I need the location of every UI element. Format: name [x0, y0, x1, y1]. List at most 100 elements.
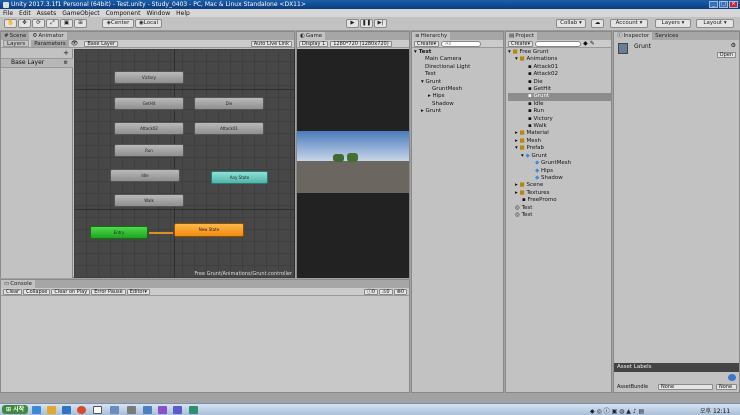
error-pause-toggle[interactable]: Error Pause — [91, 288, 126, 295]
tab-console[interactable]: ▭ Console — [1, 280, 36, 288]
clear-on-play-toggle[interactable]: Clear on Play — [51, 288, 91, 295]
log-count-toggle[interactable]: ⓘ0 — [363, 288, 378, 295]
state-die[interactable]: Die — [194, 97, 264, 110]
scale-tool-button[interactable]: ⤢ — [46, 19, 59, 28]
project-asset[interactable]: ◎ Test — [508, 205, 611, 212]
menu-window[interactable]: Window — [146, 10, 170, 17]
project-asset[interactable]: ▪ FreePromo — [508, 197, 611, 204]
project-asset[interactable]: ▪ Victory — [508, 116, 611, 123]
app-icon-2[interactable] — [127, 406, 136, 414]
unity-taskbar-icon[interactable] — [93, 406, 102, 414]
step-button[interactable]: ▶| — [374, 19, 387, 28]
hierarchy-item[interactable]: ▸ Grunt — [414, 108, 470, 115]
menu-assets[interactable]: Assets — [37, 10, 57, 17]
filter-label-icon[interactable]: ✎ — [590, 40, 595, 47]
project-asset[interactable]: ▪ Walk — [508, 123, 611, 130]
tab-layers[interactable]: Layers — [3, 40, 30, 47]
hierarchy-item[interactable]: ▾ Grunt — [414, 79, 470, 86]
visual-studio-icon[interactable] — [158, 406, 167, 414]
layer-settings-icon[interactable]: ⚙ — [64, 60, 68, 66]
add-layer-icon[interactable]: + — [63, 49, 69, 57]
explorer-icon[interactable] — [32, 406, 41, 414]
chrome-icon[interactable] — [77, 406, 86, 414]
tab-hierarchy[interactable]: ≡ Hierarchy — [412, 32, 451, 40]
minimize-button[interactable]: _ — [709, 1, 718, 8]
filter-type-icon[interactable]: ◆ — [583, 40, 588, 47]
warning-count-toggle[interactable]: ⚠0 — [378, 288, 393, 295]
play-button[interactable]: ▶ — [346, 19, 359, 28]
menu-edit[interactable]: Edit — [19, 10, 31, 17]
tab-parameters[interactable]: Parameters — [31, 40, 69, 47]
project-asset[interactable]: ◎ Test — [508, 212, 611, 219]
hierarchy-create-button[interactable]: Create▾ — [414, 40, 440, 47]
state-entry[interactable]: Entry — [90, 226, 148, 239]
state-walk[interactable]: Walk — [114, 194, 184, 207]
project-folder[interactable]: ▾ ■ Free Grunt — [508, 49, 611, 56]
collab-dropdown[interactable]: Collab ▾ — [556, 19, 586, 28]
state-machine-graph[interactable]: Victory GetHit Die Attack02 Attack01 Run… — [74, 49, 295, 278]
project-asset[interactable]: ▪ Die — [508, 79, 611, 86]
menu-gameobject[interactable]: GameObject — [62, 10, 99, 17]
hierarchy-item[interactable]: ▸ Hips — [414, 93, 470, 100]
project-asset[interactable]: ▪ Attack01 — [508, 64, 611, 71]
project-asset[interactable]: ▪ Attack02 — [508, 71, 611, 78]
move-tool-button[interactable]: ✥ — [18, 19, 31, 28]
system-tray-icons[interactable]: ◆ ◎ ⓘ ▣ ◍ ▲ ♪ ▤ — [590, 406, 644, 415]
project-asset[interactable]: ▪ Run — [508, 108, 611, 115]
state-attack01[interactable]: Attack01 — [194, 122, 264, 135]
inspector-settings-icon[interactable]: ⚙ — [731, 42, 736, 49]
project-folder[interactable]: ▸ ■ Textures — [508, 190, 611, 197]
eye-icon[interactable]: 👁 — [71, 40, 79, 47]
app-icon-5[interactable] — [189, 406, 198, 414]
auto-live-link-toggle[interactable]: Auto Live Link — [250, 40, 292, 47]
resolution-dropdown[interactable]: 1280*720 (1280x720) — [330, 40, 392, 47]
hand-tool-button[interactable]: ✋ — [4, 19, 17, 28]
pause-button[interactable]: ❚❚ — [360, 19, 373, 28]
account-dropdown[interactable]: Account ▾ — [610, 19, 648, 28]
project-folder[interactable]: ▸ ■ Scene — [508, 182, 611, 189]
editor-dropdown[interactable]: Editor▾ — [126, 288, 151, 295]
collapse-toggle[interactable]: Collapse — [23, 288, 51, 295]
state-attack02[interactable]: Attack02 — [114, 122, 184, 135]
project-folder[interactable]: ▸ ■ Material — [508, 130, 611, 137]
project-prefab[interactable]: ▾ ◆ Grunt — [508, 153, 611, 160]
project-prefab[interactable]: ◆ Shadow — [508, 175, 611, 182]
rect-tool-button[interactable]: ▣ — [60, 19, 73, 28]
project-folder[interactable]: ▸ ■ Mesh — [508, 138, 611, 145]
label-tag-icon[interactable] — [728, 374, 736, 381]
state-run[interactable]: Run — [114, 144, 184, 157]
state-new-state[interactable]: New State — [174, 223, 244, 237]
menu-file[interactable]: File — [3, 10, 13, 17]
app-icon-4[interactable] — [173, 406, 182, 414]
state-victory[interactable]: Victory — [114, 71, 184, 84]
clock[interactable]: 오후 12:11 — [700, 406, 730, 415]
layer-item-base[interactable]: Base Layer — [1, 58, 73, 68]
start-button[interactable]: ⊞ 시작 — [2, 405, 29, 414]
maximize-button[interactable]: □ — [719, 1, 728, 8]
menu-component[interactable]: Component — [106, 10, 141, 17]
project-create-button[interactable]: Create▾ — [508, 40, 534, 47]
transform-tool-button[interactable]: ⊞ — [74, 19, 87, 28]
tab-project[interactable]: ▤ Project — [506, 32, 538, 40]
menu-help[interactable]: Help — [176, 10, 190, 17]
hierarchy-item[interactable]: Test — [414, 71, 470, 78]
layout-dropdown[interactable]: Layout ▾ — [696, 19, 734, 28]
rotate-tool-button[interactable]: ⟳ — [32, 19, 45, 28]
app-icon-3[interactable] — [143, 406, 152, 414]
hierarchy-search[interactable]: All — [441, 40, 482, 47]
state-idle[interactable]: Idle — [110, 169, 180, 182]
app-icon-1[interactable] — [110, 406, 119, 414]
project-prefab[interactable]: ◆ GruntMesh — [508, 160, 611, 167]
scene-root[interactable]: ▾ Test — [414, 49, 470, 56]
project-prefab[interactable]: ◆ Hips — [508, 168, 611, 175]
layers-dropdown[interactable]: Layers ▾ — [655, 19, 691, 28]
state-gethit[interactable]: GetHit — [114, 97, 184, 110]
folder-taskbar-icon[interactable] — [47, 406, 56, 414]
asset-bundle-dropdown[interactable]: None — [658, 384, 713, 390]
project-asset[interactable]: ▪ Idle — [508, 101, 611, 108]
project-folder[interactable]: ▾ ■ Animations — [508, 56, 611, 63]
hierarchy-item[interactable]: Shadow — [414, 101, 470, 108]
state-any-state[interactable]: Any State — [211, 171, 268, 184]
error-count-toggle[interactable]: ⊗0 — [393, 288, 407, 295]
project-folder[interactable]: ▾ ■ Prefab — [508, 145, 611, 152]
